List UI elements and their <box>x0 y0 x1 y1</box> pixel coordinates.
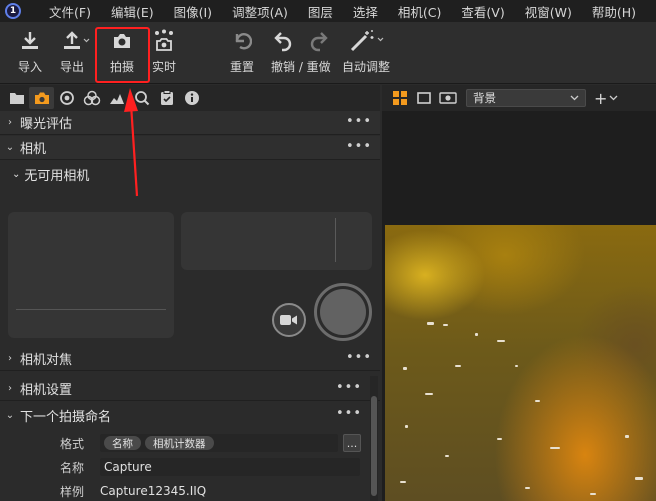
tab-color[interactable] <box>79 87 104 109</box>
import-button[interactable]: 导入 <box>18 28 42 75</box>
tab-lens[interactable] <box>54 87 79 109</box>
shutter-button[interactable] <box>314 283 372 341</box>
preview-button[interactable] <box>436 88 460 108</box>
capture-highlight-box <box>95 27 150 83</box>
tab-details[interactable] <box>129 87 154 109</box>
chevron-right-icon: › <box>8 353 12 364</box>
menu-view[interactable]: 查看(V) <box>451 2 514 21</box>
app-logo-icon[interactable]: 1 <box>5 3 21 19</box>
format-token-name[interactable]: 名称 <box>104 436 141 450</box>
add-icon[interactable]: + <box>594 89 607 108</box>
single-view-button[interactable] <box>412 88 436 108</box>
menu-bar: 1 文件(F) 编辑(E) 图像(I) 调整项(A) 图层 选择 相机(C) 查… <box>0 0 656 22</box>
grid-icon <box>393 91 407 105</box>
live-view-icon <box>152 28 176 54</box>
no-camera-group[interactable]: ⌄ 无可用相机 <box>12 165 89 184</box>
viewer-header: 背景 + <box>382 85 656 111</box>
more-options-icon[interactable]: ••• <box>336 380 362 395</box>
grid-view-button[interactable] <box>388 88 412 108</box>
tool-panel-scrollbar[interactable] <box>370 376 378 501</box>
menu-select[interactable]: 选择 <box>343 2 388 21</box>
single-view-icon <box>417 92 431 104</box>
chevron-down-icon <box>570 95 579 101</box>
more-options-icon[interactable]: ••• <box>336 406 362 421</box>
exposure-icon <box>109 94 124 104</box>
name-row: 名称 Capture <box>0 457 370 477</box>
camera-icon <box>34 92 49 104</box>
menu-adjustments[interactable]: 调整项(A) <box>222 2 298 21</box>
menu-camera[interactable]: 相机(C) <box>388 2 451 21</box>
more-options-icon[interactable]: ••• <box>346 114 372 129</box>
menu-window[interactable]: 视窗(W) <box>515 2 582 21</box>
live-view-button[interactable]: 实时 <box>152 28 176 75</box>
export-icon <box>62 28 90 54</box>
more-options-icon[interactable]: ••• <box>346 139 372 154</box>
video-camera-icon <box>280 315 297 325</box>
reset-button[interactable]: 重置 <box>230 28 254 75</box>
eye-icon <box>439 92 457 104</box>
section-next-capture-naming[interactable]: ⌄ 下一个拍摄命名 ••• <box>0 403 380 427</box>
tab-library[interactable] <box>4 87 29 109</box>
name-input[interactable]: Capture <box>100 458 360 476</box>
undo-redo-group: 撤销 / 重做 <box>271 28 331 75</box>
lens-icon <box>59 91 74 105</box>
chevron-down-icon: ⌄ <box>5 409 15 421</box>
image-viewer[interactable] <box>382 111 656 501</box>
tab-exposure[interactable] <box>104 87 129 109</box>
menu-help[interactable]: 帮助(H) <box>582 2 646 21</box>
chevron-down-icon[interactable] <box>609 95 618 101</box>
clipboard-icon <box>160 90 173 105</box>
sample-value: Capture12345.IIQ <box>100 484 207 498</box>
section-exposure-evaluation[interactable]: › 曝光评估 ••• <box>0 111 380 135</box>
export-button[interactable]: 导出 <box>60 28 90 75</box>
tab-metadata[interactable] <box>179 87 204 109</box>
menu-edit[interactable]: 编辑(E) <box>101 2 164 21</box>
chevron-right-icon: › <box>8 117 12 128</box>
redo-icon[interactable] <box>309 30 329 52</box>
magic-wand-icon <box>348 28 384 54</box>
magnifier-icon <box>134 91 149 106</box>
tab-capture[interactable] <box>29 87 54 109</box>
format-row: 格式 名称 相机计数器 ... <box>0 433 370 453</box>
camera-info-box <box>8 212 174 338</box>
menu-layers[interactable]: 图层 <box>298 2 343 21</box>
format-edit-button[interactable]: ... <box>343 434 361 452</box>
undo-icon[interactable] <box>273 30 293 52</box>
folder-icon <box>9 93 24 104</box>
format-token-camera-counter[interactable]: 相机计数器 <box>145 436 214 450</box>
tool-panel: › 曝光评估 ••• ⌄ 相机 ••• ⌄ 无可用相机 › 相机对焦 ••• ›… <box>0 111 380 501</box>
chevron-down-icon: ⌄ <box>12 169 21 180</box>
sample-row: 样例 Capture12345.IIQ <box>59 484 207 499</box>
auto-adjust-button[interactable]: 自动调整 <box>342 28 390 75</box>
chevron-down-icon: ⌄ <box>5 142 15 153</box>
record-video-button[interactable] <box>272 303 306 337</box>
color-circles-icon <box>83 90 100 106</box>
format-field[interactable]: 名称 相机计数器 <box>100 434 338 452</box>
tool-tabs <box>0 85 380 111</box>
section-camera[interactable]: ⌄ 相机 ••• <box>0 136 380 160</box>
import-icon <box>20 28 40 54</box>
chevron-right-icon: › <box>8 383 12 394</box>
menu-image[interactable]: 图像(I) <box>164 2 222 21</box>
more-options-icon[interactable]: ••• <box>346 350 372 365</box>
background-select[interactable]: 背景 <box>466 89 586 107</box>
reset-icon <box>232 28 252 54</box>
photo-preview[interactable] <box>385 225 656 501</box>
section-camera-settings[interactable]: › 相机设置 ••• <box>0 377 380 401</box>
info-icon <box>184 91 199 105</box>
section-camera-focus[interactable]: › 相机对焦 ••• <box>0 347 380 371</box>
camera-status-box <box>181 212 372 270</box>
menu-file[interactable]: 文件(F) <box>29 2 101 21</box>
tab-adjustments[interactable] <box>154 87 179 109</box>
